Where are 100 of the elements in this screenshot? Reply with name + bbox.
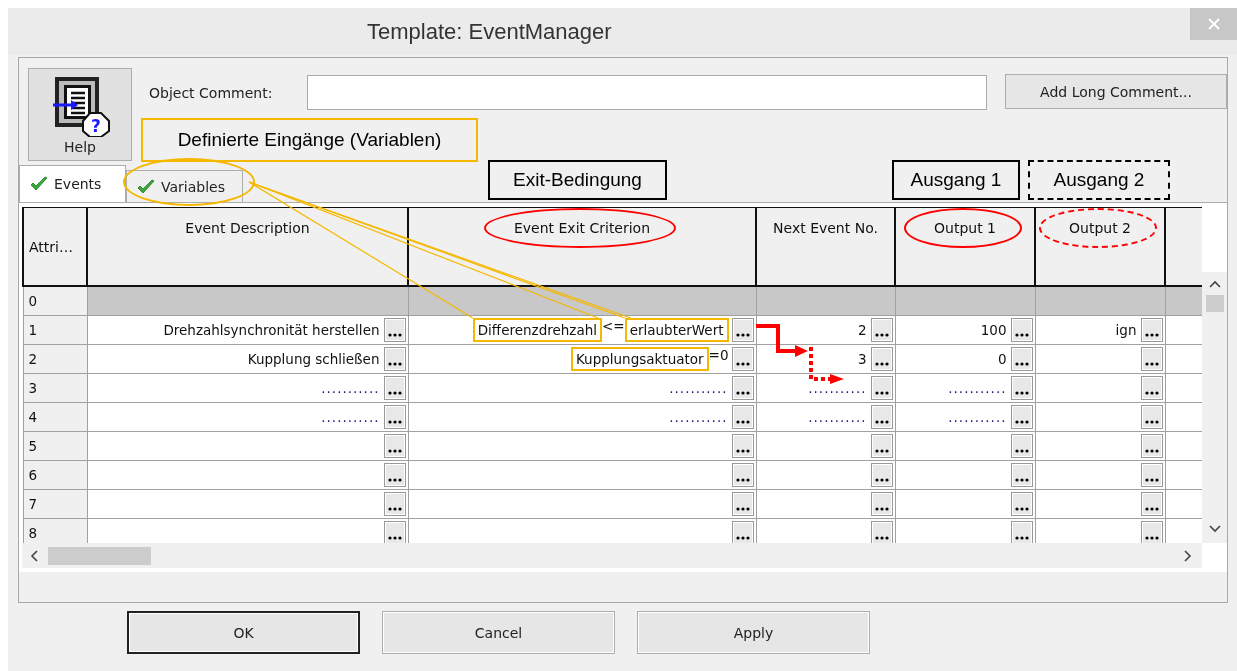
close-icon bbox=[1206, 17, 1221, 31]
object-comment-label: Object Comment: bbox=[149, 85, 274, 101]
ellipsis-button[interactable] bbox=[1140, 521, 1163, 543]
row-number: 6 bbox=[23, 460, 87, 490]
ellipsis-button[interactable] bbox=[383, 434, 406, 458]
help-button[interactable]: ? Help bbox=[28, 68, 132, 161]
column-header[interactable]: Output 2 bbox=[1035, 207, 1165, 286]
scroll-right-icon[interactable] bbox=[1184, 549, 1192, 562]
row-number: 7 bbox=[23, 489, 87, 519]
row-number: 5 bbox=[23, 431, 87, 461]
scroll-thumb[interactable] bbox=[1205, 295, 1224, 312]
object-comment-field[interactable] bbox=[307, 75, 987, 110]
callout-label: Exit-Bedingung bbox=[488, 160, 667, 200]
callout-label: Definierte Eingänge (Variablen) bbox=[141, 118, 478, 162]
ellipsis-button[interactable] bbox=[870, 318, 893, 342]
ellipsis-button[interactable] bbox=[1010, 463, 1033, 487]
ellipsis-button[interactable] bbox=[1010, 521, 1033, 543]
cell-text: 100 bbox=[980, 322, 1007, 338]
dialog-button[interactable]: Apply bbox=[637, 611, 870, 654]
dots-icon bbox=[386, 390, 403, 396]
ellipsis-button[interactable] bbox=[1140, 405, 1163, 429]
ellipsis-button[interactable] bbox=[731, 434, 754, 458]
column-header[interactable]: Attri… bbox=[23, 207, 87, 286]
ellipsis-button[interactable] bbox=[383, 347, 406, 371]
dots-icon bbox=[386, 448, 403, 454]
row-number: 2 bbox=[23, 344, 87, 374]
highlighted-variable: erlaubterWert bbox=[624, 318, 729, 342]
ellipsis-button[interactable] bbox=[1140, 376, 1163, 400]
ellipsis-button[interactable] bbox=[383, 376, 406, 400]
ellipsis-button[interactable] bbox=[1010, 376, 1033, 400]
ellipsis-button[interactable] bbox=[731, 521, 754, 543]
ellipsis-button[interactable] bbox=[383, 463, 406, 487]
scroll-left-icon[interactable] bbox=[30, 549, 38, 562]
callout-label: Ausgang 1 bbox=[892, 160, 1020, 200]
column-header[interactable]: Output 1 bbox=[895, 207, 1035, 286]
ellipsis-button[interactable] bbox=[1140, 347, 1163, 371]
ellipsis-button[interactable] bbox=[870, 434, 893, 458]
highlighted-variable: Kupplungsaktuator bbox=[570, 347, 709, 371]
operator-text: <= bbox=[602, 318, 625, 336]
add-long-comment-button[interactable]: Add Long Comment... bbox=[1005, 74, 1227, 109]
ellipsis-button[interactable] bbox=[1140, 492, 1163, 516]
header-label: Next Event No. bbox=[773, 220, 878, 236]
ellipsis-button[interactable] bbox=[383, 318, 406, 342]
horizontal-scrollbar[interactable] bbox=[22, 543, 1202, 568]
ellipsis-button[interactable] bbox=[1140, 318, 1163, 342]
ellipsis-button[interactable] bbox=[1010, 318, 1033, 342]
dots-icon bbox=[734, 506, 751, 512]
ellipsis-button[interactable] bbox=[1010, 434, 1033, 458]
dots-icon bbox=[1143, 477, 1160, 483]
ellipsis-button[interactable] bbox=[731, 376, 754, 400]
cell-text: ign bbox=[1115, 322, 1137, 338]
ellipsis-button[interactable] bbox=[870, 405, 893, 429]
column-header[interactable]: Event Exit Criterion bbox=[408, 207, 756, 286]
dialog-button[interactable]: Cancel bbox=[382, 611, 615, 654]
dots-icon bbox=[1013, 506, 1030, 512]
placeholder-dots: ........... bbox=[669, 380, 728, 396]
highlighted-variable: Differenzdrehzahl bbox=[472, 318, 602, 342]
column-header[interactable]: Next Event No. bbox=[756, 207, 895, 286]
dots-icon bbox=[1143, 361, 1160, 367]
scroll-down-icon[interactable] bbox=[1208, 525, 1221, 533]
ellipsis-button[interactable] bbox=[731, 347, 754, 371]
dots-icon bbox=[873, 361, 890, 367]
row-number: 4 bbox=[23, 402, 87, 432]
ellipsis-button[interactable] bbox=[870, 376, 893, 400]
ellipsis-button[interactable] bbox=[383, 405, 406, 429]
vertical-scrollbar[interactable] bbox=[1202, 272, 1227, 543]
ellipsis-button[interactable] bbox=[1140, 434, 1163, 458]
row-number: 3 bbox=[23, 373, 87, 403]
ellipsis-button[interactable] bbox=[383, 492, 406, 516]
dots-icon bbox=[386, 535, 403, 541]
tab[interactable]: Variables bbox=[126, 170, 243, 202]
tab[interactable]: Events bbox=[19, 165, 126, 202]
ellipsis-button[interactable] bbox=[1010, 492, 1033, 516]
dialog-button[interactable]: OK bbox=[127, 611, 360, 654]
ellipsis-button[interactable] bbox=[731, 318, 754, 342]
ellipsis-button[interactable] bbox=[1010, 405, 1033, 429]
ellipsis-button[interactable] bbox=[383, 521, 406, 543]
scroll-up-icon[interactable] bbox=[1208, 280, 1221, 288]
dots-icon bbox=[1013, 332, 1030, 338]
dots-icon bbox=[873, 535, 890, 541]
ellipsis-button[interactable] bbox=[870, 347, 893, 371]
dots-icon bbox=[1013, 448, 1030, 454]
ellipsis-button[interactable] bbox=[731, 405, 754, 429]
ellipsis-button[interactable] bbox=[870, 463, 893, 487]
ellipsis-button[interactable] bbox=[731, 492, 754, 516]
cell-text: 3 bbox=[857, 351, 867, 367]
cell-text: Drehzahlsynchronität herstellen bbox=[163, 322, 380, 338]
ellipsis-button[interactable] bbox=[1140, 463, 1163, 487]
ellipsis-button[interactable] bbox=[731, 463, 754, 487]
dots-icon bbox=[734, 535, 751, 541]
header-label: Output 2 bbox=[1069, 220, 1131, 236]
scroll-thumb[interactable] bbox=[48, 546, 151, 565]
dots-icon bbox=[386, 332, 403, 338]
placeholder-dots: ........... bbox=[669, 409, 728, 425]
ellipsis-button[interactable] bbox=[870, 492, 893, 516]
ellipsis-button[interactable] bbox=[1010, 347, 1033, 371]
ellipsis-button[interactable] bbox=[870, 521, 893, 543]
column-header[interactable]: Event Description bbox=[87, 207, 408, 286]
dots-icon bbox=[1143, 332, 1160, 338]
dots-icon bbox=[1013, 477, 1030, 483]
